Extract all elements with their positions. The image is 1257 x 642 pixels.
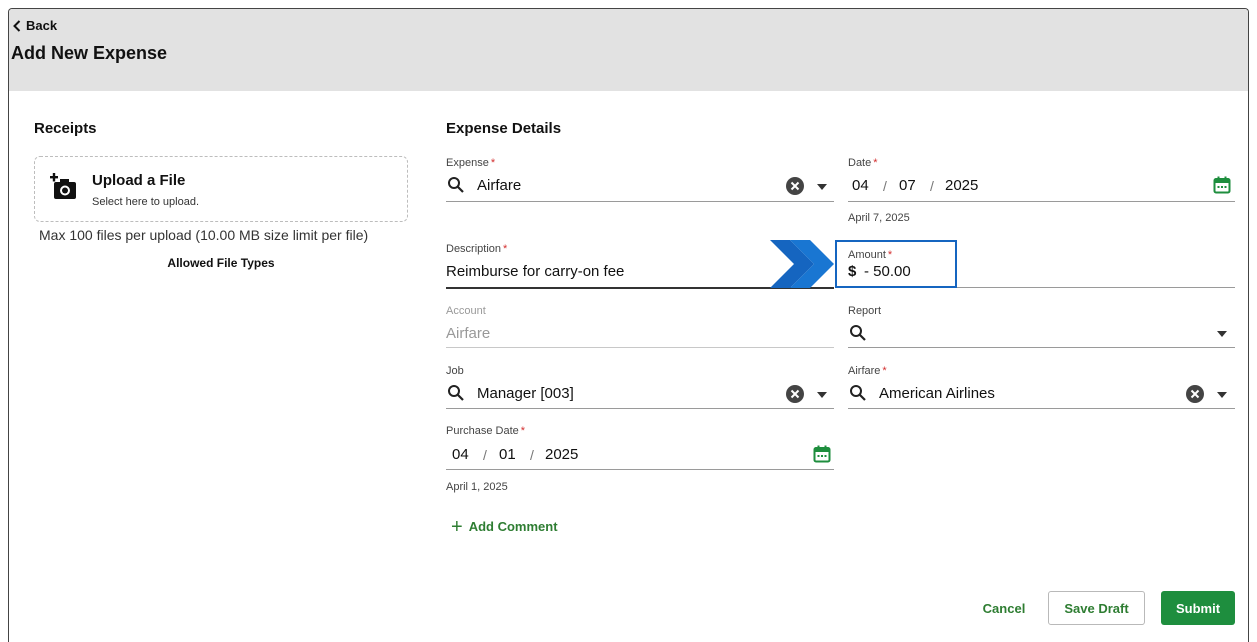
caret-down-icon[interactable]	[1217, 392, 1227, 398]
add-comment-button[interactable]: + Add Comment	[451, 515, 558, 538]
date-day[interactable]: 07	[899, 177, 916, 194]
date-year[interactable]: 2025	[945, 177, 978, 194]
cancel-button[interactable]: Cancel	[973, 591, 1035, 625]
date-hint: April 7, 2025	[848, 212, 910, 224]
expense-underline	[446, 201, 834, 202]
date-month[interactable]: 04	[852, 177, 869, 194]
date-separator: /	[930, 178, 934, 194]
upload-subtitle: Select here to upload.	[92, 196, 200, 208]
amount-label: Amount *	[848, 249, 893, 261]
purchase-date-hint: April 1, 2025	[446, 481, 508, 493]
date-separator: /	[530, 447, 534, 463]
caret-down-icon[interactable]	[817, 392, 827, 398]
double-chevron-right-icon	[770, 240, 834, 288]
date-separator: /	[483, 447, 487, 463]
purchase-date-day[interactable]: 01	[499, 446, 516, 463]
description-input[interactable]: Reimburse for carry-on fee	[446, 263, 624, 280]
caret-down-icon[interactable]	[817, 184, 827, 190]
expense-details-title: Expense Details	[446, 120, 562, 137]
expense-input[interactable]: Airfare	[477, 177, 521, 194]
page-title: Add New Expense	[11, 43, 168, 63]
clear-icon[interactable]	[786, 385, 804, 403]
page-header: Back Add New Expense	[9, 9, 1248, 91]
add-comment-label: Add Comment	[468, 519, 558, 534]
expense-label: Expense *	[446, 157, 496, 169]
purchase-date-month[interactable]: 04	[452, 446, 469, 463]
plus-icon: +	[451, 515, 463, 538]
purchase-date-underline	[446, 469, 834, 470]
submit-button[interactable]: Submit	[1161, 591, 1235, 625]
upload-file-dropzone[interactable]: Upload a File Select here to upload.	[34, 156, 408, 222]
job-input[interactable]: Manager [003]	[477, 385, 574, 402]
allowed-file-types-link[interactable]: Allowed File Types	[34, 256, 408, 270]
chevron-left-icon	[13, 19, 21, 32]
report-underline	[848, 347, 1235, 348]
job-label: Job	[446, 365, 464, 377]
calendar-icon[interactable]	[1213, 176, 1231, 194]
airfare-underline	[848, 408, 1235, 409]
clear-icon[interactable]	[786, 177, 804, 195]
date-underline	[848, 201, 1235, 202]
account-underline	[446, 347, 834, 348]
purchase-date-label: Purchase Date *	[446, 425, 526, 437]
search-icon	[850, 385, 866, 401]
date-separator: /	[883, 178, 887, 194]
search-icon	[448, 177, 464, 193]
job-underline	[446, 408, 834, 409]
report-label: Report	[848, 305, 882, 317]
search-icon	[850, 325, 866, 341]
upload-limit-text: Max 100 files per upload (10.00 MB size …	[39, 227, 369, 243]
clear-icon[interactable]	[1186, 385, 1204, 403]
add-photo-icon	[50, 173, 76, 199]
back-link[interactable]: Back	[12, 18, 57, 33]
purchase-date-year[interactable]: 2025	[545, 446, 578, 463]
app-frame: Back Add New Expense Receipts Upload a F…	[8, 8, 1249, 642]
save-draft-button[interactable]: Save Draft	[1048, 591, 1145, 625]
calendar-icon[interactable]	[813, 445, 831, 463]
description-label: Description *	[446, 243, 508, 255]
airfare-label: Airfare *	[848, 365, 887, 377]
search-icon	[448, 385, 464, 401]
amount-input[interactable]: - 50.00	[864, 263, 911, 280]
date-label: Date *	[848, 157, 878, 169]
upload-title: Upload a File	[92, 172, 186, 189]
airfare-input[interactable]: American Airlines	[879, 385, 995, 402]
receipts-title: Receipts	[34, 120, 97, 137]
caret-down-icon[interactable]	[1217, 331, 1227, 337]
back-label: Back	[26, 18, 58, 33]
account-value: Airfare	[446, 325, 491, 342]
currency-symbol: $	[848, 263, 857, 280]
account-label: Account	[446, 305, 486, 317]
amount-underline	[957, 287, 1235, 288]
